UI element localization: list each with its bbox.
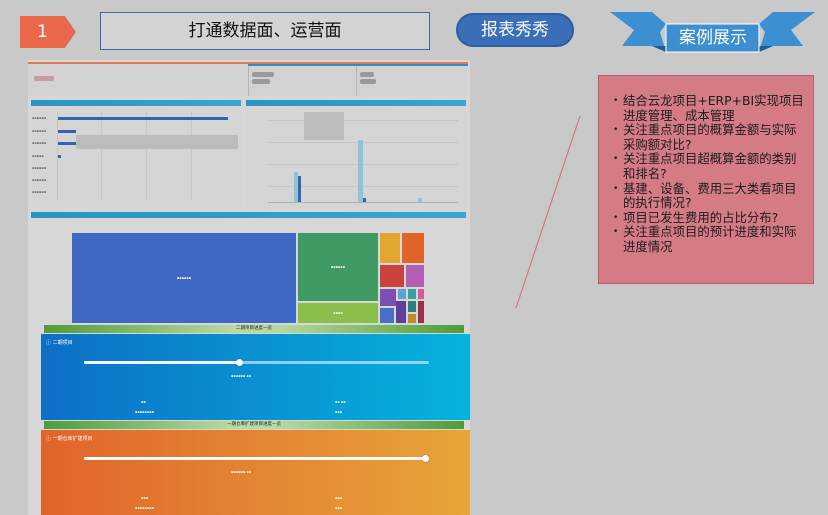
case-note-item: 关注重点项目的预计进度和实际进度情况 (613, 224, 807, 254)
case-note-item: 结合云龙项目+ERP+BI实现项目进度管理、成本管理 (613, 93, 807, 123)
case-note-item: 关注重点项目超概算金额的类别和排名? (613, 152, 807, 181)
case-note-item: 基建、设备、费用三大类看项目的执行情况? (613, 181, 807, 211)
case-notes-callout: 结合云龙项目+ERP+BI实现项目进度管理、成本管理 关注重点项目的概算金额与实… (598, 75, 814, 284)
case-note-item: 关注重点项目的概算金额与实际采购额对比? (613, 122, 807, 152)
case-note-item: 项目已发生费用的占比分布? (613, 210, 807, 226)
case-notes-list: 结合云龙项目+ERP+BI实现项目进度管理、成本管理 关注重点项目的概算金额与实… (613, 93, 807, 255)
